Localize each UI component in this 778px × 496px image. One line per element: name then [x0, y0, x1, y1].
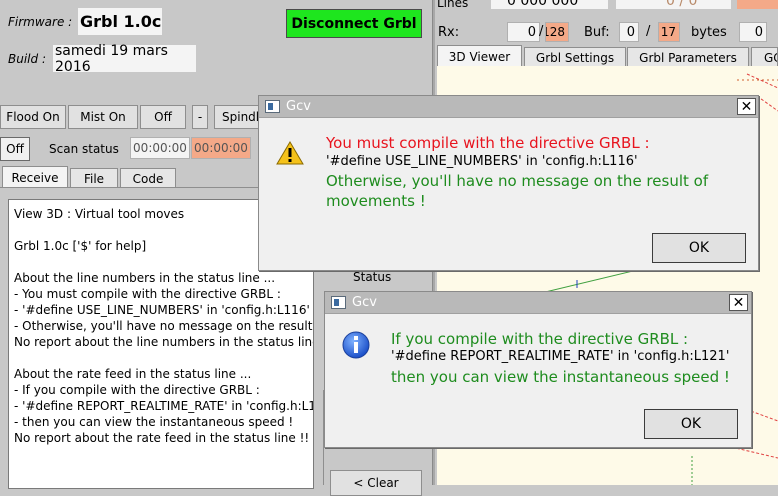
log-line: About the line numbers in the status lin… — [14, 271, 276, 285]
dialog2-line3: then you can view the instantaneous spee… — [391, 368, 730, 386]
firmware-label: Firmware : — [8, 15, 73, 29]
close-icon[interactable]: ✕ — [737, 98, 756, 115]
lines-label: Lines — [437, 0, 469, 10]
tab-grbl-parameters[interactable]: Grbl Parameters — [627, 47, 749, 67]
scan-time-field: 00:00:00 — [130, 137, 190, 159]
tab-receive[interactable]: Receive — [2, 166, 68, 188]
dialog-title-bar[interactable]: Gcv — [325, 292, 751, 314]
ok-button[interactable]: OK — [644, 409, 738, 439]
dialog2-line1: If you compile with the directive GRBL : — [391, 330, 689, 348]
buf-max: 17 — [658, 22, 680, 42]
log-line: No report about the line numbers in the … — [14, 335, 314, 349]
app-icon — [331, 296, 346, 309]
dialog1-line2: '#define USE_LINE_NUMBERS' in 'config.h:… — [326, 154, 638, 169]
spindle-minus-button[interactable]: - — [192, 105, 208, 129]
buf-label: Buf: — [584, 25, 610, 40]
clear-button[interactable]: < Clear — [330, 470, 422, 496]
disconnect-button[interactable]: Disconnect Grbl — [286, 9, 422, 38]
dialog1-line1: You must compile with the directive GRBL… — [326, 134, 650, 152]
spindle-button[interactable]: Spindl — [214, 105, 260, 129]
ratio-value: 0 / 0 — [616, 0, 731, 9]
scan-status-label: Scan status — [49, 142, 119, 156]
tab-file[interactable]: File — [70, 168, 118, 188]
extra-value: 0 — [739, 22, 767, 42]
dialog-title: Gcv — [352, 295, 377, 310]
build-label: Build : — [8, 52, 46, 66]
tab-gc[interactable]: GC — [751, 47, 778, 67]
log-line: - You must compile with the directive GR… — [14, 287, 281, 301]
tab-3d-viewer[interactable]: 3D Viewer — [437, 45, 522, 67]
mist-on-button[interactable]: Mist On — [68, 105, 138, 129]
log-line: - '#define REPORT_REALTIME_RATE' in 'con… — [14, 399, 314, 413]
firmware-value: Grbl 1.0c — [78, 8, 162, 35]
ok-button[interactable]: OK — [652, 233, 746, 263]
log-line: - If you compile with the directive GRBL… — [14, 383, 260, 397]
dialog-title: Gcv — [286, 99, 311, 114]
bytes-label: bytes — [691, 25, 727, 40]
rx-label: Rx: — [438, 25, 460, 40]
log-line: - Otherwise, you'll have no message on t… — [14, 319, 314, 333]
dialog1-line4: movements ! — [326, 192, 426, 210]
rx-max: 128 — [545, 22, 569, 42]
log-line: About the rate feed in the status line .… — [14, 367, 252, 381]
tab-grbl-settings[interactable]: Grbl Settings — [524, 47, 626, 67]
dialog1-line3: Otherwise, you'll have no message on the… — [326, 172, 709, 190]
warning-icon — [276, 141, 304, 165]
tab-code[interactable]: Code — [120, 168, 176, 188]
buf-sep: / — [646, 24, 651, 39]
build-value: samedi 19 mars 2016 — [53, 43, 196, 75]
app-icon — [265, 100, 280, 113]
dialog-realtime-rate: Gcv ✕ If you compile with the directive … — [324, 291, 752, 448]
buf-value: 0 — [619, 22, 639, 42]
close-icon[interactable]: ✕ — [729, 294, 748, 311]
flood-on-button[interactable]: Flood On — [0, 105, 66, 129]
coolant-off-button[interactable]: Off — [140, 105, 186, 129]
status-label: Status — [353, 270, 392, 284]
off-toggle-button[interactable]: Off — [0, 137, 30, 161]
rx-value: 0 — [507, 22, 540, 42]
log-line: No report about the rate feed in the sta… — [14, 431, 310, 445]
scan-time-field-2: 00:00:00 — [191, 137, 251, 159]
log-line: - then you can view the instantaneous sp… — [14, 415, 294, 429]
rx-sep: / — [539, 24, 544, 39]
lines-value: 0 000 000 — [491, 0, 608, 9]
ratio-end — [737, 0, 778, 9]
dialog-line-numbers: Gcv ✕ You must compile with the directiv… — [258, 95, 759, 271]
dialog2-line2: '#define REPORT_REALTIME_RATE' in 'confi… — [391, 349, 730, 364]
log-line: - '#define USE_LINE_NUMBERS' in 'config.… — [14, 303, 310, 317]
dialog-title-bar[interactable]: Gcv — [259, 96, 758, 118]
info-icon — [342, 331, 370, 359]
